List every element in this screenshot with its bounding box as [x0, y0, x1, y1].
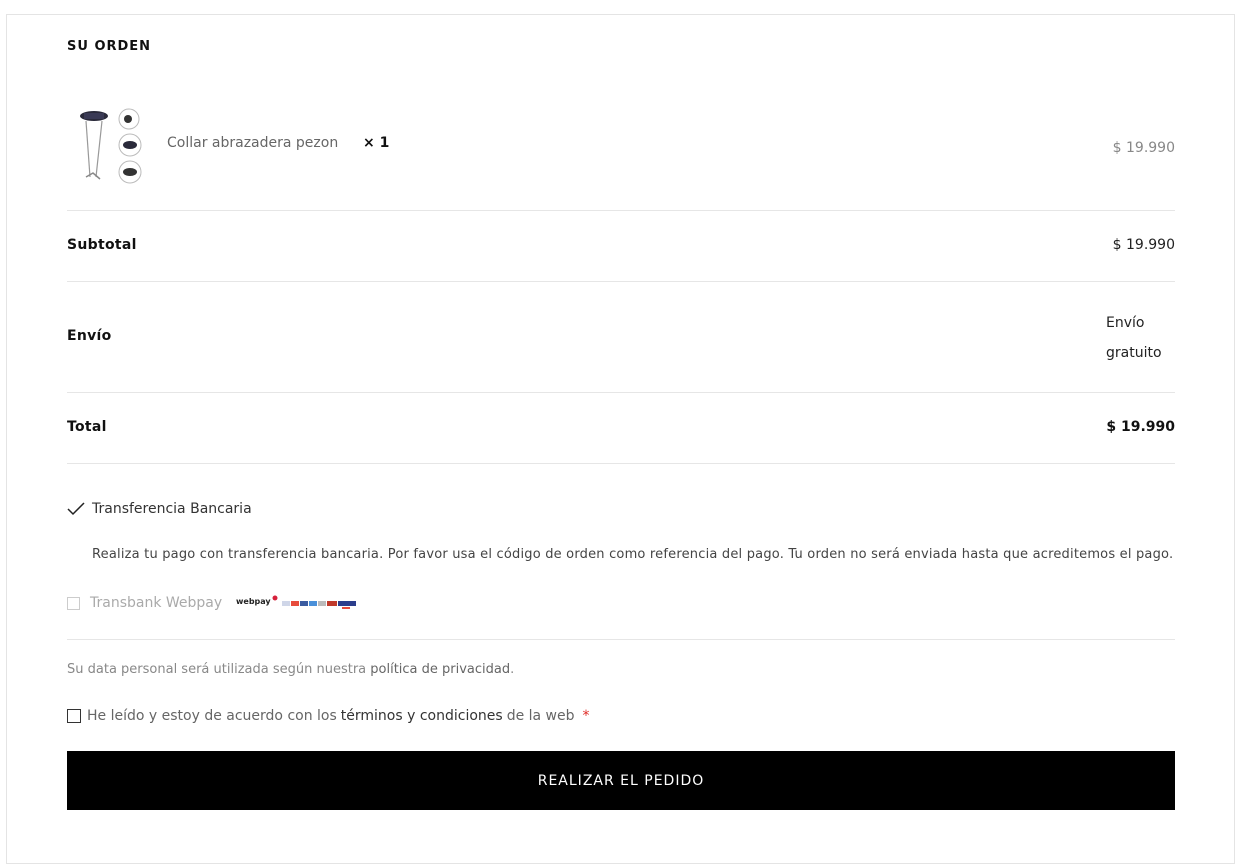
- terms-link[interactable]: términos y condiciones: [341, 708, 503, 724]
- required-marker: *: [582, 708, 590, 724]
- privacy-notice: Su data personal será utilizada según nu…: [67, 662, 514, 677]
- terms-checkbox[interactable]: [67, 709, 81, 723]
- shipping-value-line2: gratuito: [1106, 345, 1162, 361]
- payment-option-bank-transfer[interactable]: Transferencia Bancaria: [67, 501, 252, 517]
- webpay-logo-icon: webpay: [236, 595, 358, 611]
- order-review-card: SU ORDEN Collar abrazadera pezon × 1 $ 1…: [6, 14, 1235, 864]
- terms-row: He leído y estoy de acuerdo con los térm…: [67, 708, 590, 724]
- total-label: Total: [67, 419, 107, 435]
- product-price: $ 19.990: [1112, 140, 1175, 156]
- shipping-label: Envío: [67, 328, 112, 344]
- payment-option-label: Transferencia Bancaria: [92, 501, 252, 517]
- terms-text: He leído y estoy de acuerdo con los: [87, 708, 337, 724]
- divider: [67, 463, 1175, 464]
- payment-description: Realiza tu pago con transferencia bancar…: [92, 547, 1174, 562]
- order-heading: SU ORDEN: [67, 39, 152, 54]
- order-item-row: Collar abrazadera pezon × 1 $ 19.990: [67, 107, 1175, 187]
- divider: [67, 639, 1175, 640]
- payment-option-label: Transbank Webpay: [90, 595, 223, 611]
- privacy-text-end: .: [510, 662, 515, 677]
- svg-text:webpay: webpay: [236, 597, 271, 606]
- privacy-text: Su data personal será utilizada según nu…: [67, 662, 371, 677]
- total-value: $ 19.990: [1106, 419, 1175, 435]
- checkmark-icon: [67, 502, 85, 516]
- place-order-button[interactable]: REALIZAR EL PEDIDO: [67, 751, 1175, 810]
- shipping-value: Envío gratuito: [1106, 308, 1176, 368]
- subtotal-label: Subtotal: [67, 237, 137, 253]
- privacy-policy-link[interactable]: política de privacidad: [370, 662, 510, 677]
- shipping-value-line1: Envío: [1106, 315, 1145, 331]
- product-thumbnail: [80, 108, 142, 184]
- product-name: Collar abrazadera pezon: [167, 135, 339, 151]
- payment-option-webpay[interactable]: Transbank Webpay webpay: [67, 595, 358, 611]
- divider: [67, 281, 1175, 282]
- terms-text-end: de la web: [506, 708, 575, 724]
- divider: [67, 210, 1175, 211]
- product-quantity: × 1: [363, 135, 390, 151]
- subtotal-value: $ 19.990: [1112, 237, 1175, 253]
- payment-radio[interactable]: [67, 596, 80, 610]
- divider: [67, 392, 1175, 393]
